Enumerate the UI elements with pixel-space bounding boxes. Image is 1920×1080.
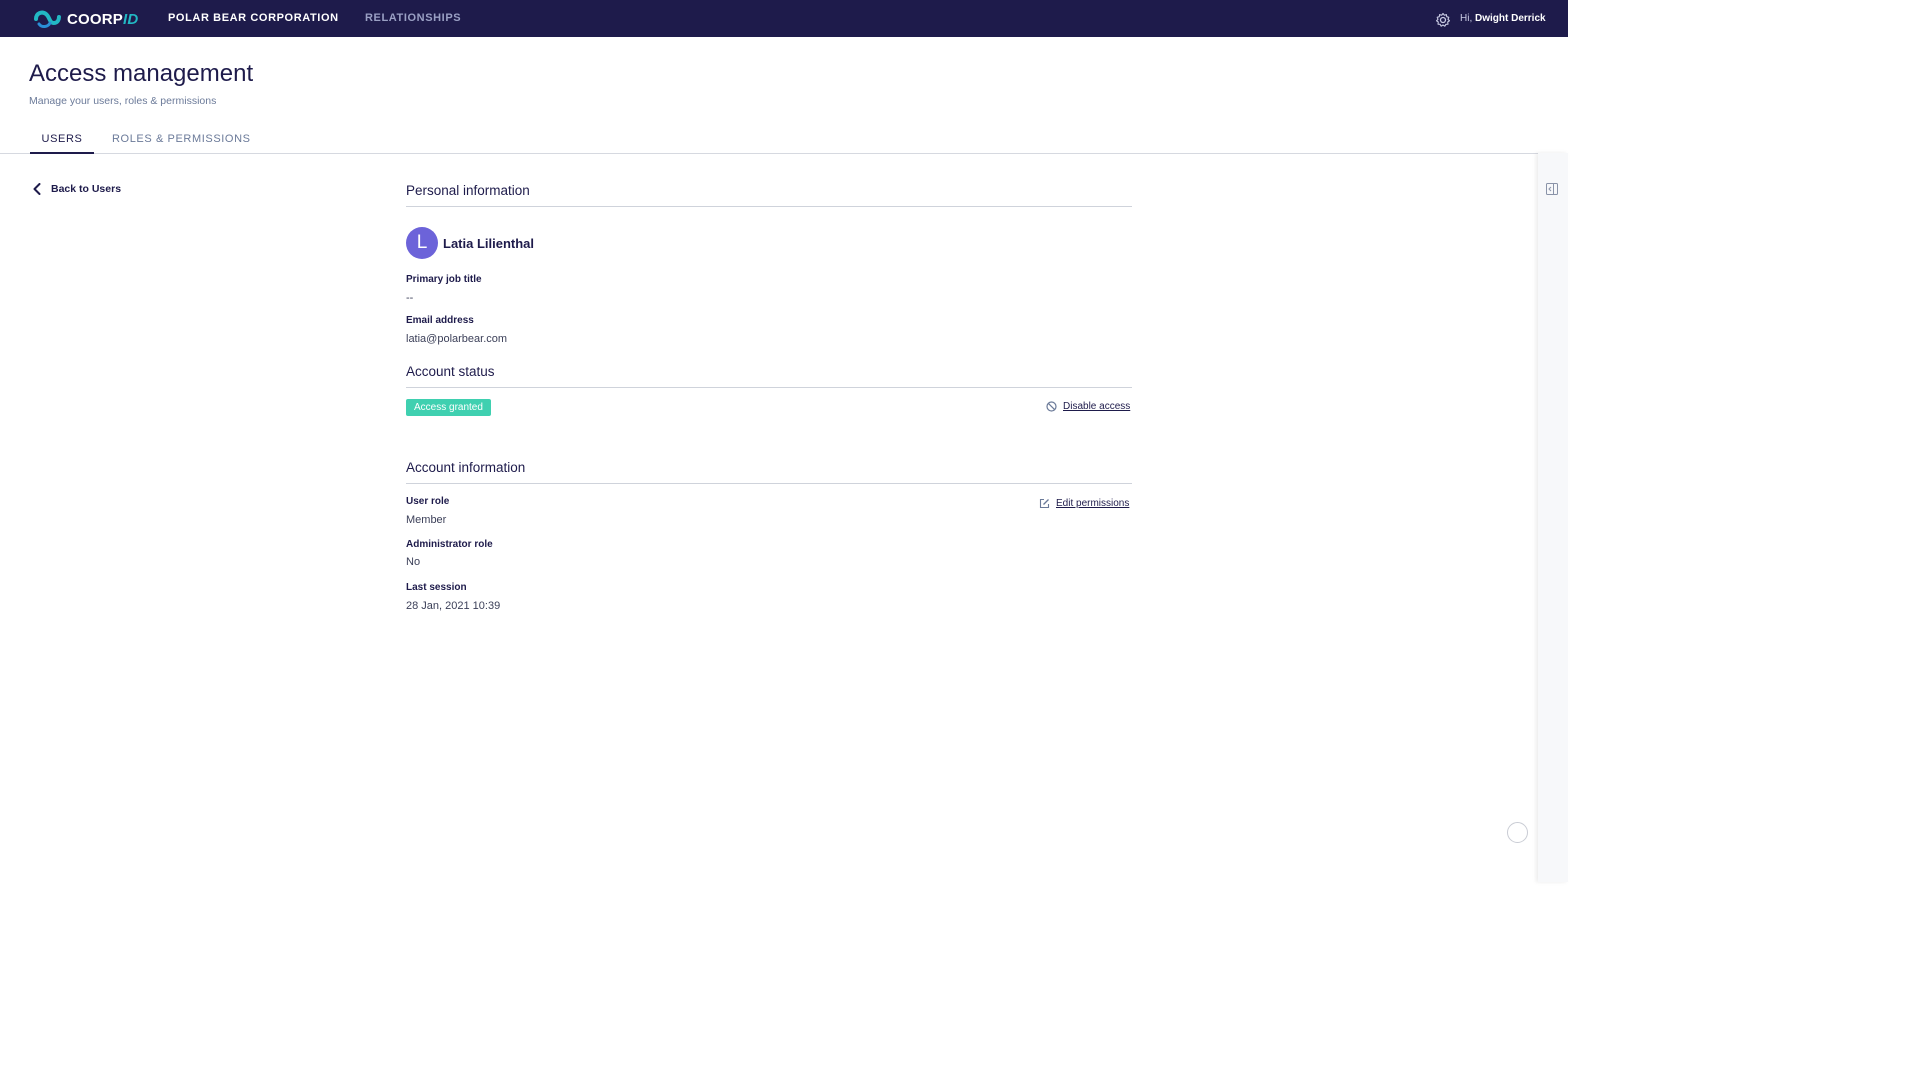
coorpid-logo[interactable]: COORPID [33,8,138,30]
user-role-value: Member [406,514,447,526]
job-title-label: Primary job title [406,274,482,285]
user-full-name: Latia Lilienthal [443,236,535,251]
user-greeting[interactable]: Hi, Dwight Derrick [1460,13,1546,24]
top-navigation-bar: COORPID POLAR BEAR CORPORATION RELATIONS… [0,0,1568,37]
disable-access-label: Disable access [1063,401,1131,412]
admin-role-value: No [406,556,421,568]
section-divider [406,387,1132,388]
page-subtitle: Manage your users, roles & permissions [29,95,217,107]
admin-role-label: Administrator role [406,539,493,550]
tab-roles-permissions[interactable]: ROLES & PERMISSIONS [112,133,251,145]
edit-permissions-link[interactable]: Edit permissions [1039,498,1129,509]
disable-access-link[interactable]: Disable access [1046,401,1130,412]
nav-organization[interactable]: POLAR BEAR CORPORATION [168,12,339,24]
personal-information-heading: Personal information [406,183,530,198]
last-session-label: Last session [406,582,467,593]
last-session-value: 28 Jan, 2021 10:39 [406,600,501,612]
nav-relationships[interactable]: RELATIONSHIPS [365,12,461,24]
edit-permissions-label: Edit permissions [1056,498,1130,509]
section-divider [406,206,1132,207]
page-title: Access management [29,60,254,87]
tab-users[interactable]: USERS [30,133,94,154]
edit-icon [1039,498,1050,509]
logo-wave-icon [34,10,61,28]
logo-text: COORPID [67,10,139,28]
panel-collapse-icon[interactable] [1546,183,1558,195]
account-status-heading: Account status [406,364,495,379]
job-title-value: -- [406,292,414,304]
back-link-label: Back to Users [51,183,122,195]
email-value: latia@polarbear.com [406,333,508,345]
email-label: Email address [406,315,474,326]
side-panel-rail [1538,153,1568,882]
chevron-left-icon [33,183,41,195]
gear-icon[interactable] [1435,12,1451,28]
section-divider [406,483,1132,484]
help-button[interactable] [1507,822,1528,843]
block-icon [1046,401,1057,412]
tab-bar: USERS ROLES & PERMISSIONS [0,128,1538,154]
account-information-heading: Account information [406,460,526,475]
status-badge: Access granted [406,399,491,416]
back-to-users-link[interactable]: Back to Users [33,183,121,195]
avatar: L [406,227,438,259]
user-role-label: User role [406,496,450,507]
